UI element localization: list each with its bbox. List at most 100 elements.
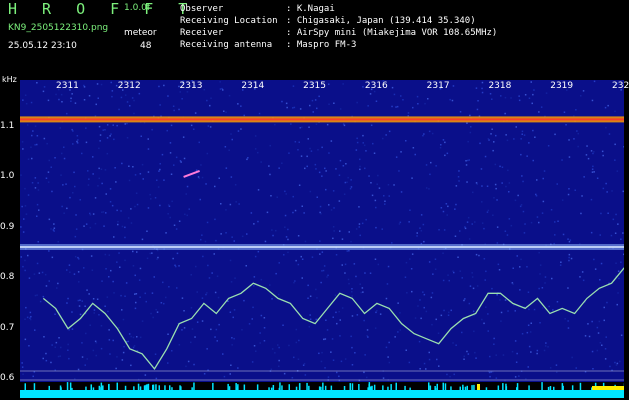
- noise-speck: [486, 185, 489, 187]
- noise-speck: [167, 362, 169, 364]
- noise-speck: [149, 193, 151, 196]
- noise-speck: [47, 181, 50, 183]
- noise-speck: [428, 351, 430, 354]
- noise-speck: [139, 336, 142, 339]
- noise-speck: [219, 81, 221, 83]
- noise-speck: [223, 110, 225, 112]
- noise-speck: [229, 373, 231, 375]
- noise-speck: [190, 341, 192, 344]
- noise-speck: [181, 98, 183, 100]
- noise-speck: [222, 353, 224, 355]
- noise-speck: [541, 287, 544, 289]
- info-observer-label: Observer: [180, 4, 224, 14]
- noise-speck: [42, 357, 44, 360]
- noise-speck: [363, 319, 365, 322]
- noise-speck: [25, 213, 28, 215]
- level-peak: [592, 386, 624, 390]
- noise-speck: [136, 336, 138, 338]
- noise-speck: [109, 135, 111, 137]
- noise-speck: [75, 214, 77, 216]
- noise-speck: [487, 209, 490, 212]
- noise-speck: [609, 365, 611, 368]
- noise-speck: [519, 289, 521, 291]
- noise-speck: [506, 139, 509, 142]
- noise-speck: [567, 193, 570, 196]
- noise-speck: [24, 94, 27, 96]
- noise-speck: [101, 280, 103, 282]
- noise-speck: [28, 277, 31, 279]
- noise-speck: [359, 283, 361, 285]
- noise-speck: [38, 272, 41, 274]
- noise-speck: [229, 259, 232, 262]
- noise-speck: [130, 335, 132, 338]
- noise-speck: [518, 375, 520, 377]
- noise-speck: [293, 106, 296, 109]
- noise-speck: [519, 266, 521, 268]
- noise-speck: [518, 99, 521, 102]
- level-bar-spike: [71, 387, 73, 390]
- noise-speck: [539, 264, 542, 266]
- noise-speck: [68, 329, 70, 331]
- info-observer-value: : K.Nagai: [286, 4, 335, 14]
- noise-speck: [301, 258, 304, 260]
- noise-speck: [543, 349, 546, 352]
- noise-speck: [604, 106, 607, 109]
- noise-speck: [259, 332, 261, 334]
- noise-speck: [508, 218, 511, 220]
- noise-speck: [116, 209, 118, 212]
- noise-speck: [67, 297, 69, 300]
- noise-speck: [545, 342, 547, 344]
- noise-speck: [369, 272, 372, 274]
- noise-speck: [54, 346, 56, 348]
- noise-speck: [366, 329, 369, 331]
- noise-speck: [230, 176, 233, 178]
- noise-speck: [591, 350, 594, 353]
- noise-speck: [425, 164, 428, 166]
- noise-speck: [46, 142, 48, 145]
- noise-speck: [425, 187, 428, 189]
- noise-speck: [324, 338, 327, 340]
- noise-speck: [93, 312, 95, 314]
- level-bar-spike: [428, 382, 430, 390]
- noise-speck: [154, 353, 157, 355]
- noise-speck: [444, 141, 446, 144]
- level-bar-spike: [485, 387, 488, 390]
- noise-speck: [30, 315, 32, 318]
- noise-speck: [505, 185, 507, 188]
- noise-speck: [253, 276, 256, 278]
- noise-speck: [145, 300, 147, 303]
- noise-speck: [407, 112, 410, 114]
- noise-speck: [524, 223, 526, 225]
- noise-speck: [519, 205, 522, 208]
- noise-speck: [499, 165, 501, 168]
- noise-speck: [481, 318, 483, 321]
- noise-speck: [63, 146, 65, 148]
- noise-speck: [489, 93, 492, 95]
- noise-speck: [532, 159, 534, 162]
- noise-speck: [528, 97, 531, 99]
- noise-speck: [434, 268, 437, 270]
- level-bar-spike: [459, 386, 461, 390]
- noise-speck: [427, 98, 429, 100]
- noise-speck: [97, 97, 99, 99]
- level-bar-spike: [330, 385, 333, 390]
- level-bar-spike: [60, 387, 62, 390]
- noise-speck: [464, 227, 467, 230]
- noise-speck: [574, 189, 576, 191]
- noise-speck: [103, 225, 105, 227]
- noise-speck: [278, 346, 280, 349]
- noise-speck: [606, 191, 608, 193]
- noise-speck: [554, 234, 556, 236]
- noise-speck: [132, 346, 135, 349]
- noise-speck: [83, 225, 85, 227]
- noise-speck: [346, 181, 348, 183]
- noise-speck: [110, 81, 112, 84]
- noise-speck: [419, 368, 421, 370]
- noise-speck: [467, 140, 469, 143]
- level-bar-spike: [318, 386, 321, 390]
- noise-speck: [481, 81, 484, 84]
- noise-speck: [76, 135, 79, 137]
- x-tick-label: 2313: [179, 81, 203, 91]
- noise-speck: [259, 342, 261, 344]
- noise-speck: [522, 180, 524, 183]
